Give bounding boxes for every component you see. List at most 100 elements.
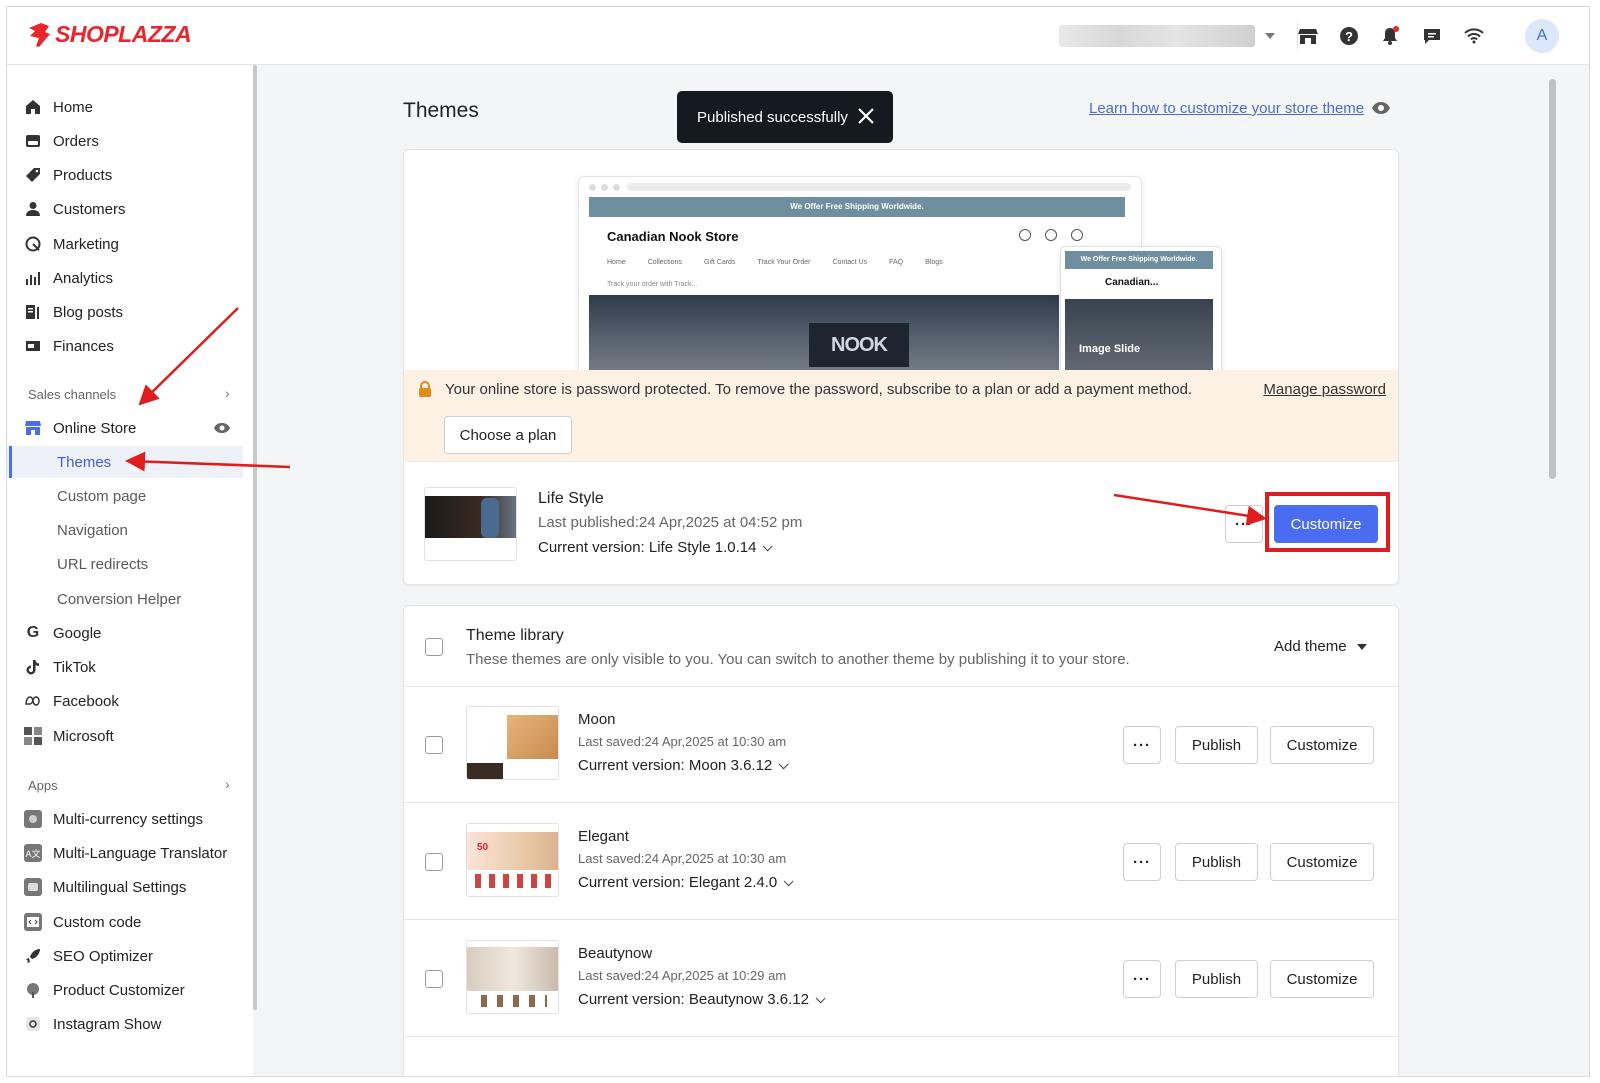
main-scrollbar-thumb[interactable] [1549,79,1556,479]
store-selector[interactable] [1059,24,1279,48]
theme-preview: We Offer Free Shipping Worldwide. Canadi… [404,150,1398,370]
wifi-icon[interactable] [1463,25,1485,47]
toast-message: Published successfully [697,108,848,126]
avatar[interactable]: A [1525,19,1559,53]
add-theme-dropdown[interactable]: Add theme [1274,638,1367,655]
more-actions-button[interactable]: ··· [1123,726,1161,764]
close-icon[interactable] [857,107,875,125]
sidebar-item-label: Customers [53,200,126,218]
preview-nav-item: Contact Us [832,259,868,266]
sidebar-item-analytics[interactable]: Analytics [7,262,243,294]
sidebar-item-label: Google [53,624,102,642]
divider [404,686,1398,687]
sidebar-item-label: Marketing [53,235,119,253]
theme-saved: Last saved:24 Apr,2025 at 10:30 am [578,851,787,866]
finances-icon [24,337,42,355]
more-actions-button[interactable]: ··· [1123,960,1161,998]
eye-icon[interactable] [213,421,231,438]
sidebar-app-product-customizer[interactable]: Product Customizer [7,974,243,1006]
sidebar-item-label: URL redirects [57,555,149,573]
row-checkbox[interactable] [425,736,443,754]
eye-icon[interactable] [1371,101,1391,115]
theme-library-card: Theme library These themes are only visi… [403,605,1399,1076]
tiktok-icon [24,658,42,676]
sidebar-item-label: Themes [57,453,112,471]
sidebar-item-marketing[interactable]: Marketing [7,228,243,260]
analytics-icon [24,269,42,287]
current-theme-version[interactable]: Current version: Life Style 1.0.14 [538,539,774,556]
library-title: Theme library [466,627,564,644]
manage-password-link[interactable]: Manage password [1263,381,1386,398]
row-checkbox[interactable] [425,853,443,871]
sidebar-item-microsoft[interactable]: Microsoft [7,720,243,752]
theme-saved: Last saved:24 Apr,2025 at 10:30 am [578,734,787,749]
customize-button[interactable]: Customize [1270,960,1374,998]
sidebar-item-blog-posts[interactable]: Blog posts [7,296,243,328]
version-text: Current version: Beautynow 3.6.12 [578,991,809,1008]
sidebar-item-facebook[interactable]: Facebook [7,685,243,717]
sidebar-item-google[interactable]: G Google [7,617,243,649]
learn-customize-link[interactable]: Learn how to customize your store theme [1089,100,1364,117]
sidebar-item-navigation[interactable]: Navigation [7,514,243,546]
svg-text:A文: A文 [25,848,40,859]
sidebar-item-conversion-helper[interactable]: Conversion Helper [7,583,243,615]
sidebar-app-multilingual[interactable]: Multilingual Settings [7,871,243,903]
sidebar-item-products[interactable]: Products [7,159,243,191]
instagram-app-icon [24,1015,42,1033]
chat-icon[interactable] [1421,25,1443,47]
currency-app-icon [24,810,42,828]
chevron-down-icon [763,541,774,552]
chevron-down-icon [778,759,789,770]
sidebar-app-custom-code[interactable]: Custom code [7,906,243,938]
customize-button[interactable]: Customize [1270,843,1374,881]
life-style-thumbnail [424,487,517,561]
theme-version[interactable]: Current version: Moon 3.6.12 [578,757,789,774]
publish-button[interactable]: Publish [1175,960,1258,998]
sidebar-item-custom-page[interactable]: Custom page [7,480,243,512]
sidebar-item-label: TikTok [53,658,96,676]
sidebar-item-url-redirects[interactable]: URL redirects [7,548,243,580]
row-checkbox[interactable] [425,970,443,988]
sidebar-app-multi-currency[interactable]: Multi-currency settings [7,803,243,835]
help-icon[interactable]: ? [1338,25,1360,47]
rocket-app-icon [24,947,42,965]
mobile-preview-hero: Image Slide [1065,299,1213,370]
apps-heading: Apps [28,778,58,793]
theme-version[interactable]: Current version: Beautynow 3.6.12 [578,991,826,1008]
customizer-app-icon [24,981,42,999]
shoplazza-logo[interactable]: SHOPLAZZA [27,21,192,48]
shoplazza-logo-icon [29,22,50,47]
sidebar-item-label: Multilingual Settings [53,878,187,896]
choose-plan-button[interactable]: Choose a plan [444,416,572,454]
chevron-right-icon[interactable]: › [225,776,230,792]
sidebar-item-finances[interactable]: Finances [7,330,243,362]
publish-button[interactable]: Publish [1175,843,1258,881]
sidebar-item-themes[interactable]: Themes [7,446,243,478]
sidebar-item-tiktok[interactable]: TikTok [7,651,243,683]
sidebar-app-instagram-show[interactable]: Instagram Show [7,1008,243,1040]
more-actions-button[interactable]: ··· [1123,843,1161,881]
sidebar-item-label: Products [53,166,113,184]
theme-version[interactable]: Current version: Elegant 2.4.0 [578,874,794,891]
customize-button[interactable]: Customize [1270,726,1374,764]
sidebar-item-online-store[interactable]: Online Store [7,412,243,444]
sidebar-item-customers[interactable]: Customers [7,193,243,225]
store-icon[interactable] [1297,25,1319,47]
sidebar-app-translator[interactable]: A文 Multi-Language Translator [7,837,243,869]
sidebar-scrollbar[interactable] [253,65,257,1010]
multilingual-app-icon [24,878,42,896]
sidebar-item-orders[interactable]: Orders [7,125,243,157]
bell-icon[interactable] [1379,25,1401,47]
theme-name: Moon [578,711,616,728]
publish-button[interactable]: Publish [1175,726,1258,764]
divider [404,1036,1398,1037]
chevron-right-icon[interactable]: › [225,385,230,401]
sidebar-item-home[interactable]: Home [7,91,243,123]
translator-app-icon: A文 [24,844,42,862]
customize-highlight-box [1265,492,1390,552]
sidebar-app-seo[interactable]: SEO Optimizer [7,940,243,972]
select-all-checkbox[interactable] [425,638,443,656]
more-actions-button[interactable]: ··· [1225,505,1263,543]
online-store-icon [24,419,42,437]
version-text: Current version: Moon 3.6.12 [578,757,773,774]
